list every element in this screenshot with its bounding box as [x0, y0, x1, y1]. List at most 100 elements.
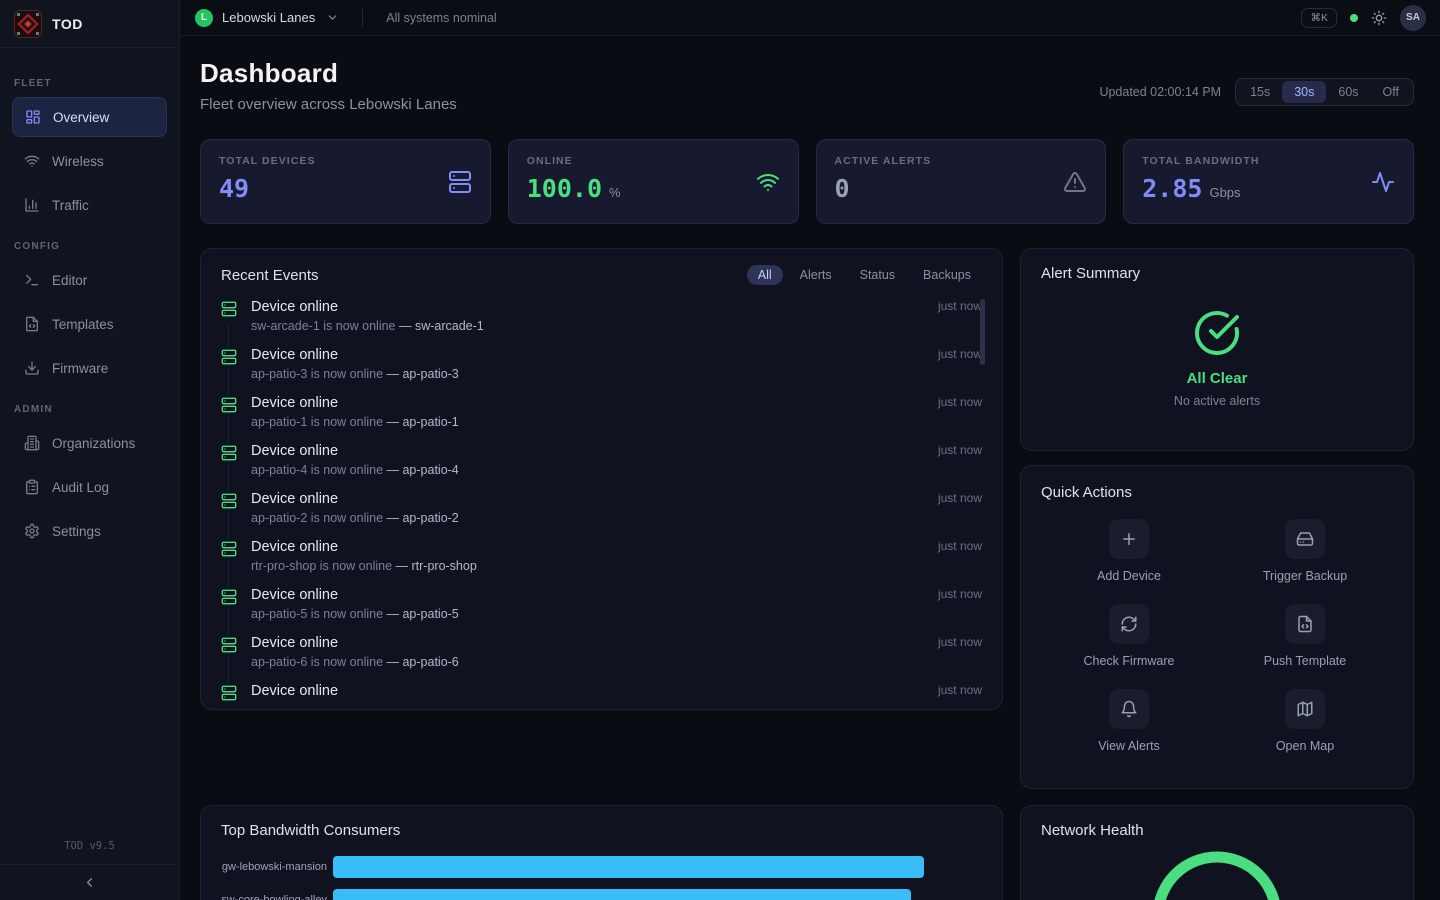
alert-status-text: All Clear	[1187, 370, 1248, 387]
bar-chart-icon	[24, 197, 40, 213]
quick-actions-grid: Add Device Trigger Backup Check Firmware…	[1041, 519, 1393, 753]
event-title: Device online	[251, 441, 924, 461]
events-tab-all[interactable]: All	[747, 265, 783, 285]
event-device: — ap-patio-6	[387, 655, 459, 669]
sidebar-item-editor[interactable]: Editor	[12, 260, 167, 300]
event-device: — ap-patio-5	[387, 607, 459, 621]
org-selector[interactable]: L Lebowski Lanes	[195, 9, 339, 27]
events-scrollbar-thumb[interactable]	[980, 299, 985, 365]
alert-triangle-icon	[1063, 170, 1087, 194]
event-title: Device online	[251, 537, 924, 557]
user-avatar[interactable]: SA	[1400, 5, 1426, 31]
event-time: just now	[938, 539, 982, 553]
server-icon	[221, 444, 237, 460]
refresh-interval-segmented-control: 15s 30s 60s Off	[1235, 78, 1414, 106]
network-health-title: Network Health	[1041, 822, 1144, 839]
bandwidth-bar	[333, 856, 924, 878]
event-device: — rtr-pro-shop	[396, 559, 477, 573]
quick-action-label: Add Device	[1097, 569, 1161, 583]
event-time: just now	[938, 347, 982, 361]
sidebar-item-audit-log[interactable]: Audit Log	[12, 467, 167, 507]
clipboard-list-icon	[24, 479, 40, 495]
event-device: — ap-patio-4	[387, 463, 459, 477]
server-icon	[221, 348, 237, 364]
event-row[interactable]: Device online ap-patio-1 is now online —…	[221, 393, 982, 441]
event-row[interactable]: Device online ap-patio-6 is now online —…	[221, 633, 982, 681]
event-time: just now	[938, 395, 982, 409]
page-subtitle: Fleet overview across Lebowski Lanes	[200, 96, 457, 113]
sidebar-item-templates[interactable]: Templates	[12, 304, 167, 344]
sidebar-item-organizations[interactable]: Organizations	[12, 423, 167, 463]
events-tab-alerts[interactable]: Alerts	[789, 265, 843, 285]
quick-action-add-device[interactable]: Add Device	[1097, 519, 1161, 583]
event-row[interactable]: Device online rtr-pro-shop is now online…	[221, 537, 982, 585]
stat-card-active-alerts: ACTIVE ALERTS 0	[816, 139, 1107, 224]
refresh-option-60s[interactable]: 60s	[1326, 81, 1370, 103]
stat-label: TOTAL BANDWIDTH	[1142, 155, 1395, 167]
server-icon	[221, 588, 237, 604]
event-row[interactable]: Device online just now	[221, 681, 982, 710]
sidebar-item-label: Audit Log	[52, 480, 109, 495]
stat-value: 100.0	[527, 174, 602, 203]
command-palette-button[interactable]: ⌘K	[1301, 8, 1337, 28]
event-message: ap-patio-4 is now online — ap-patio-4	[251, 461, 924, 479]
events-tab-status[interactable]: Status	[849, 265, 906, 285]
event-row[interactable]: Device online ap-patio-4 is now online —…	[221, 441, 982, 489]
download-icon	[24, 360, 40, 376]
quick-action-push-template[interactable]: Push Template	[1264, 604, 1346, 668]
sidebar-item-traffic[interactable]: Traffic	[12, 185, 167, 225]
layout-dashboard-icon	[25, 109, 41, 125]
quick-action-check-firmware[interactable]: Check Firmware	[1084, 604, 1175, 668]
event-time: just now	[938, 491, 982, 505]
refresh-option-off[interactable]: Off	[1371, 81, 1411, 103]
sidebar-item-label: Templates	[52, 317, 114, 332]
event-row[interactable]: Device online ap-patio-5 is now online —…	[221, 585, 982, 633]
sidebar-item-label: Overview	[53, 110, 109, 125]
event-time: just now	[938, 587, 982, 601]
sidebar-item-firmware[interactable]: Firmware	[12, 348, 167, 388]
topbar-divider	[362, 9, 363, 27]
page-title: Dashboard	[200, 58, 457, 89]
sidebar-collapse-button[interactable]	[0, 864, 179, 900]
stat-value: 49	[219, 174, 249, 203]
quick-actions-title: Quick Actions	[1041, 484, 1132, 501]
sidebar-item-overview[interactable]: Overview	[12, 97, 167, 137]
sidebar-item-settings[interactable]: Settings	[12, 511, 167, 551]
event-row[interactable]: Device online sw-arcade-1 is now online …	[221, 297, 982, 345]
app-name: TOD	[52, 16, 83, 32]
topbar: L Lebowski Lanes All systems nominal ⌘K …	[180, 0, 1440, 36]
events-tab-backups[interactable]: Backups	[912, 265, 982, 285]
sidebar-item-label: Editor	[52, 273, 87, 288]
server-icon	[221, 684, 237, 700]
activity-icon	[1371, 170, 1395, 194]
events-list: Device online sw-arcade-1 is now online …	[221, 297, 982, 710]
quick-action-label: Open Map	[1276, 739, 1334, 753]
refresh-option-30s[interactable]: 30s	[1282, 81, 1326, 103]
org-name: Lebowski Lanes	[222, 10, 315, 25]
event-row[interactable]: Device online ap-patio-3 is now online —…	[221, 345, 982, 393]
org-badge: L	[195, 9, 213, 27]
alert-summary-title: Alert Summary	[1041, 265, 1393, 282]
sidebar-item-wireless[interactable]: Wireless	[12, 141, 167, 181]
sidebar-footer: TOD v9.5	[0, 830, 179, 900]
event-message: ap-patio-3 is now online — ap-patio-3	[251, 365, 924, 383]
bandwidth-device-label: sw-core-bowling-alley	[221, 894, 333, 900]
app-version: TOD v9.5	[0, 840, 179, 864]
event-row[interactable]: Device online ap-patio-2 is now online —…	[221, 489, 982, 537]
alert-detail-text: No active alerts	[1174, 394, 1260, 408]
quick-action-view-alerts[interactable]: View Alerts	[1098, 689, 1160, 753]
bandwidth-row: sw-core-bowling-alley	[221, 889, 982, 900]
nav-section-label: FLEET	[14, 78, 165, 89]
chevron-left-icon	[82, 875, 97, 890]
map-icon	[1296, 700, 1314, 718]
system-status-text: All systems nominal	[386, 11, 496, 25]
nav-section-label: CONFIG	[14, 241, 165, 252]
file-code-icon	[24, 316, 40, 332]
check-circle-icon	[1193, 309, 1241, 357]
events-filter-tabs: All Alerts Status Backups	[747, 265, 982, 285]
refresh-option-15s[interactable]: 15s	[1238, 81, 1282, 103]
quick-action-open-map[interactable]: Open Map	[1276, 689, 1334, 753]
theme-toggle-sun-icon[interactable]	[1371, 10, 1387, 26]
quick-action-trigger-backup[interactable]: Trigger Backup	[1263, 519, 1347, 583]
gear-icon	[24, 523, 40, 539]
